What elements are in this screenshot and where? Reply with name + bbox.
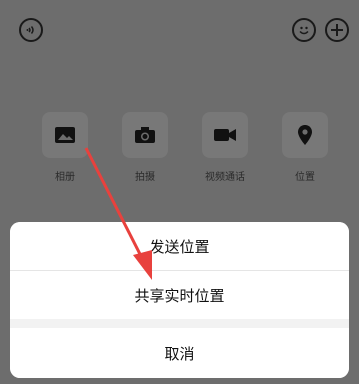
- cancel-button[interactable]: 取消: [10, 328, 349, 378]
- camera-icon: [122, 112, 168, 158]
- share-live-location-option[interactable]: 共享实时位置: [10, 271, 349, 319]
- more-panel: 相册 拍摄 视频通话 位置: [24, 112, 337, 183]
- plus-icon[interactable]: [325, 18, 349, 42]
- panel-item-label: 相册: [55, 172, 75, 183]
- panel-item-video-call[interactable]: 视频通话: [193, 112, 257, 183]
- panel-item-camera[interactable]: 拍摄: [113, 112, 177, 183]
- panel-item-label: 拍摄: [135, 172, 155, 183]
- send-location-option[interactable]: 发送位置: [10, 222, 349, 270]
- panel-item-label: 视频通话: [205, 172, 245, 183]
- chat-input-bar: [0, 12, 359, 48]
- voice-icon[interactable]: [19, 18, 43, 42]
- emoji-icon[interactable]: [292, 18, 316, 42]
- panel-item-location[interactable]: 位置: [273, 112, 337, 183]
- action-sheet: 发送位置 共享实时位置 取消: [10, 222, 349, 378]
- video-call-icon: [202, 112, 248, 158]
- photo-icon: [42, 112, 88, 158]
- panel-item-album[interactable]: 相册: [33, 112, 97, 183]
- panel-item-label: 位置: [295, 172, 315, 183]
- location-icon: [282, 112, 328, 158]
